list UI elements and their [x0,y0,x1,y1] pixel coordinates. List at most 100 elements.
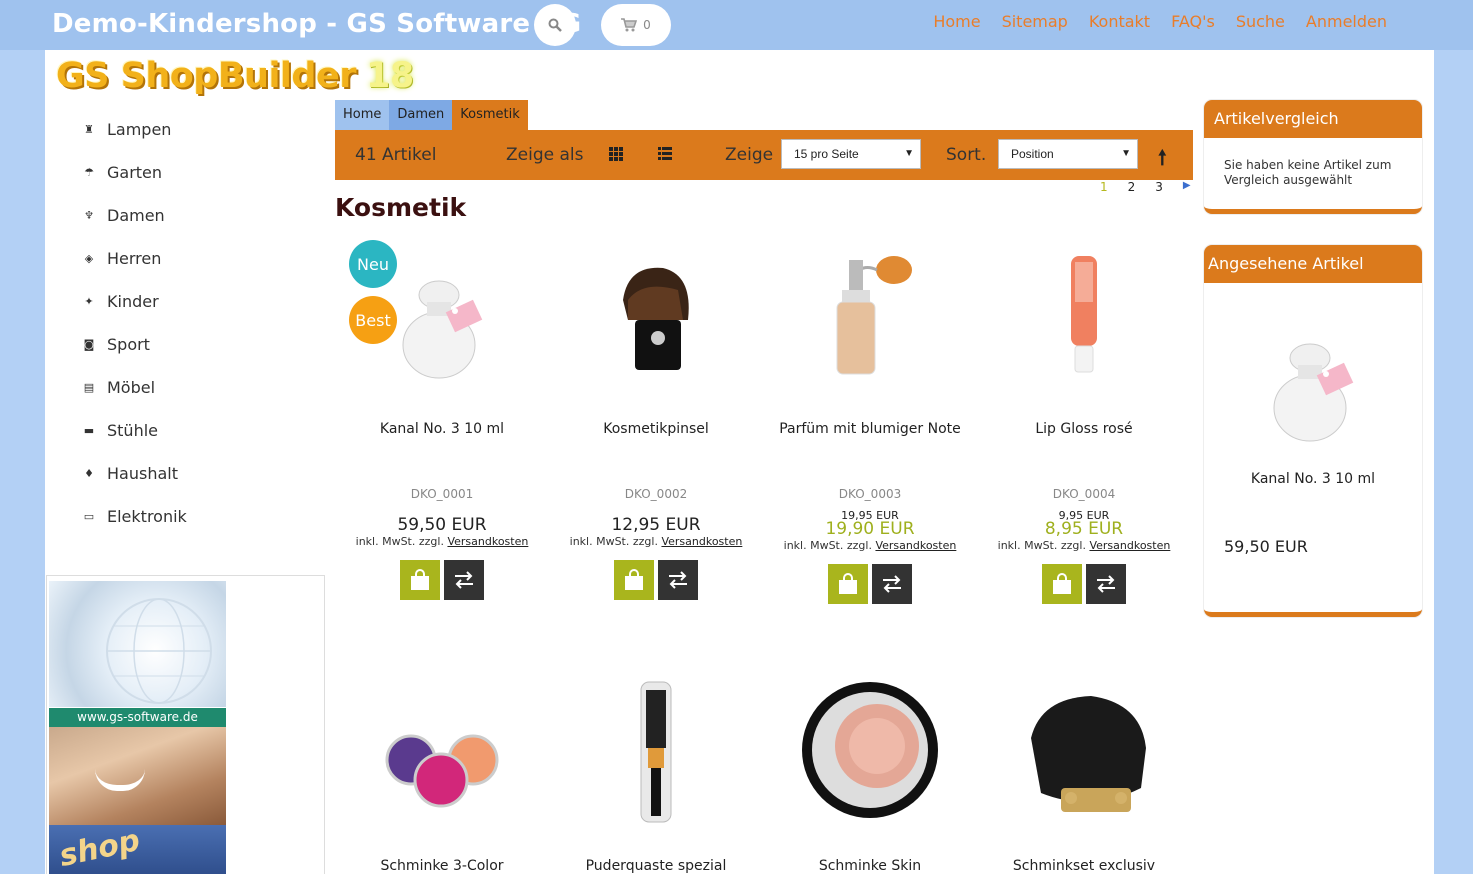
sidebar-item-kinder[interactable]: ✦ Kinder [80,280,187,323]
top-bar: Demo-Kindershop - GS Software AG 0 Home … [0,0,1473,50]
household-icon: ♦ [84,467,94,480]
cart-button[interactable]: 0 [601,4,671,46]
product-name[interactable]: Parfüm mit blumiger Note [763,421,977,441]
sidebar-item-sport[interactable]: ◙ Sport [80,323,187,366]
compare-button[interactable] [1086,564,1126,604]
shipping-link[interactable]: Versandkosten [447,535,528,548]
kids-icon: ✦ [84,295,94,308]
product-sku: DKO_0004 [1052,487,1116,501]
breadcrumb-home[interactable]: Home [335,100,390,130]
product-image-powder-brush[interactable] [583,678,729,824]
compare-button[interactable] [658,560,698,600]
product-image-lip-gloss[interactable] [1011,240,1157,386]
shopbuilder-logo[interactable]: GS ShopBuilder 18 [56,56,414,96]
product-card: Schminke 3-Color [335,678,549,874]
tax-note: inkl. MwSt. zzgl. Versandkosten [569,535,743,548]
furniture-icon: ▤ [83,381,95,394]
garden-icon: ☂ [84,166,94,179]
compare-box-text: Sie haben keine Artikel zum Vergleich au… [1224,158,1392,187]
view-mode-label: Zeige als [506,145,584,165]
shop-title[interactable]: Demo-Kindershop - GS Software AG [52,9,581,39]
grid-view-icon[interactable] [609,147,623,161]
nav-kontakt[interactable]: Kontakt [1089,12,1150,31]
nav-home[interactable]: Home [933,12,980,31]
globe-graphic [49,581,226,707]
per-page-label: Zeige [725,145,774,165]
sidebar-item-elektronik[interactable]: ▭ Elektronik [80,495,187,538]
banner-image: www.gs-software.de shop [49,581,226,874]
list-view-icon[interactable] [658,147,672,161]
product-name[interactable]: Kanal No. 3 10 ml [335,421,549,441]
product-image-makeup-set[interactable] [1011,678,1157,824]
per-page-select[interactable]: 15 pro Seite ▼ [781,139,921,169]
product-card: Schminkset exclusiv [977,678,1191,874]
breadcrumb-kosmetik: Kosmetik [452,100,528,130]
sort-label: Sort. [946,145,987,165]
compare-button[interactable] [872,564,912,604]
product-image-eyeshadow[interactable] [369,678,515,824]
sort-direction-arrow-up-icon[interactable]: 🠕 [1158,143,1167,177]
add-to-cart-button[interactable] [400,560,440,600]
search-button[interactable] [534,4,576,46]
gs-software-banner[interactable]: www.gs-software.de shop [46,575,325,874]
shopping-bag-icon [625,569,643,590]
chair-icon: ▬ [83,424,95,437]
shipping-link[interactable]: Versandkosten [1089,539,1170,552]
compare-button[interactable] [444,560,484,600]
shopping-bag-icon [1053,573,1071,594]
next-page-icon[interactable]: ▶ [1183,180,1191,194]
product-name[interactable]: Kosmetikpinsel [549,421,763,441]
page-2[interactable]: 2 [1128,180,1136,194]
compare-box: Artikelvergleich Sie haben keine Artikel… [1204,100,1422,214]
sidebar-item-haushalt[interactable]: ♦ Haushalt [80,452,187,495]
breadcrumb-damen[interactable]: Damen [389,100,453,130]
electronics-icon: ▭ [83,510,95,523]
product-image-perfume-atomizer[interactable] [797,240,943,386]
add-to-cart-button[interactable] [828,564,868,604]
sidebar-item-moebel[interactable]: ▤ Möbel [80,366,187,409]
product-card: Lip Gloss rosé DKO_0004 9,95 EUR 8,95 EU… [977,240,1191,604]
product-name[interactable]: Lip Gloss rosé [977,421,1191,441]
sidebar-item-lampen[interactable]: ♜ Lampen [80,108,187,151]
tax-note: inkl. MwSt. zzgl. Versandkosten [355,535,529,548]
sidebar-item-damen[interactable]: ♆ Damen [80,194,187,237]
search-icon [548,18,562,32]
nav-sitemap[interactable]: Sitemap [1002,12,1068,31]
page-3[interactable]: 3 [1155,180,1163,194]
product-sku: DKO_0003 [838,487,902,501]
sidebar-item-stuehle[interactable]: ▬ Stühle [80,409,187,452]
product-name[interactable]: Schminkset exclusiv [977,858,1191,874]
compare-arrows-icon [455,571,473,589]
pagination: 1 2 3 ▶ [1100,180,1191,194]
nav-faq[interactable]: FAQ's [1171,12,1215,31]
product-name[interactable]: Schminke Skin [763,858,977,874]
product-toolbar: 41 Artikel Zeige als Zeige 15 pro Seite ▼… [335,130,1193,180]
product-image-brush[interactable] [583,240,729,386]
cart-icon [621,18,638,32]
add-to-cart-button[interactable] [614,560,654,600]
product-card: Kosmetikpinsel DKO_0002 12,95 EUR inkl. … [549,240,763,600]
viewed-item-name[interactable]: Kanal No. 3 10 ml [1204,471,1422,487]
product-name[interactable]: Puderquaste spezial [549,858,763,874]
page-1[interactable]: 1 [1100,180,1108,194]
shipping-link[interactable]: Versandkosten [875,539,956,552]
viewed-item-image[interactable] [1240,303,1386,449]
product-image-compact-powder[interactable] [797,678,943,824]
sidebar-item-herren[interactable]: ◈ Herren [80,237,187,280]
compare-arrows-icon [1097,575,1115,593]
shipping-link[interactable]: Versandkosten [661,535,742,548]
nav-anmelden[interactable]: Anmelden [1306,12,1387,31]
article-count: 41 Artikel [355,145,437,165]
product-sale-price: 8,95 EUR [1044,519,1124,539]
product-name[interactable]: Schminke 3-Color [335,858,549,874]
women-icon: ♆ [84,209,94,222]
sidebar-item-garten[interactable]: ☂ Garten [80,151,187,194]
add-to-cart-button[interactable] [1042,564,1082,604]
sort-select[interactable]: Position ▼ [998,139,1138,169]
cart-count: 0 [643,18,651,32]
best-badge: Best [349,296,397,344]
shopping-bag-icon [839,573,857,594]
product-card: Kanal No. 3 10 ml DKO_0001 59,50 EUR ink… [335,240,549,600]
nav-suche[interactable]: Suche [1236,12,1285,31]
product-sku: DKO_0002 [624,487,688,501]
